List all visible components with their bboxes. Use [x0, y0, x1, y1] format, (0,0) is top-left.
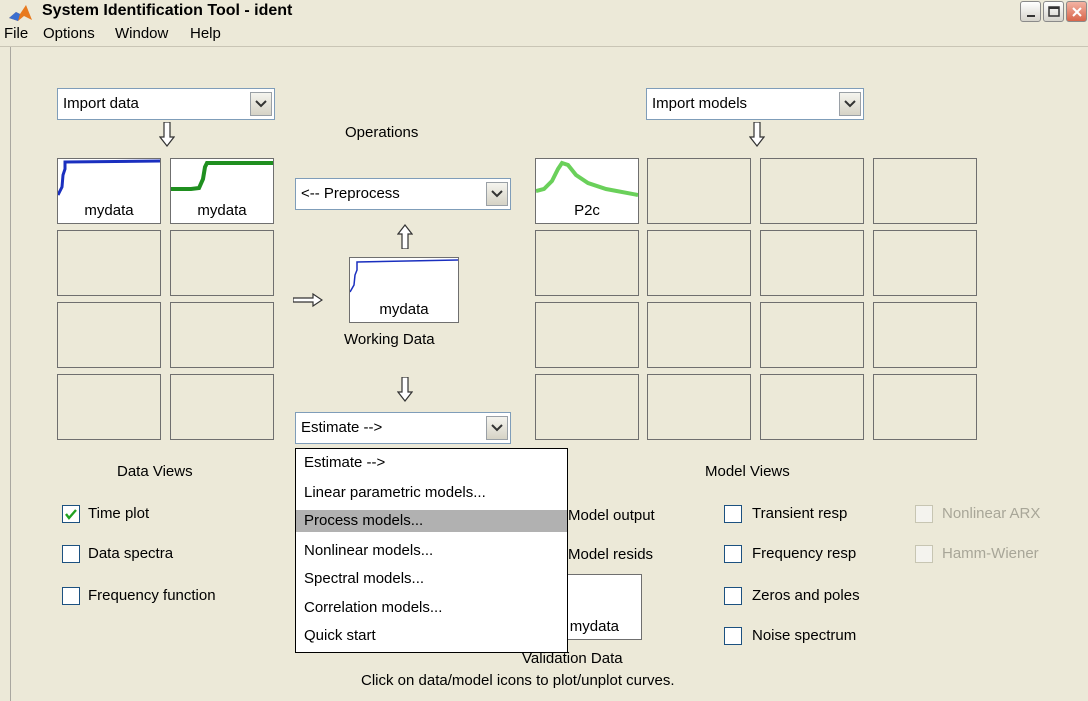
dropdown-arrow-button[interactable] — [250, 92, 272, 116]
time-plot-checkbox[interactable] — [62, 505, 80, 523]
model-tile-empty[interactable] — [873, 374, 977, 440]
time-plot-label: Time plot — [88, 505, 150, 522]
chevron-down-icon — [844, 100, 856, 108]
data-spectra-label: Data spectra — [88, 545, 174, 562]
estimate-dropdown-list: Estimate --> Linear parametric models...… — [295, 448, 568, 653]
title-bar: System Identification Tool - ident — [0, 0, 1088, 23]
model-tile-empty[interactable] — [535, 374, 639, 440]
model-tile-empty[interactable] — [647, 158, 751, 224]
noise-spectrum-label: Noise spectrum — [752, 627, 857, 644]
model-tile-empty[interactable] — [760, 302, 864, 368]
zeros-poles-checkbox[interactable] — [724, 587, 742, 605]
preprocess-select[interactable]: <-- Preprocess — [295, 178, 511, 210]
model-curve-icon — [536, 160, 638, 197]
hamm-wiener-label: Hamm-Wiener — [942, 545, 1039, 562]
import-data-select[interactable]: Import data — [57, 88, 275, 120]
model-tile-empty[interactable] — [535, 302, 639, 368]
estimate-select[interactable]: Estimate --> — [295, 412, 511, 444]
zeros-poles-label: Zeros and poles — [752, 587, 860, 604]
transient-resp-checkbox[interactable] — [724, 505, 742, 523]
model-tile-empty[interactable] — [647, 230, 751, 296]
model-output-label: Model output — [568, 507, 655, 524]
transient-resp-label: Transient resp — [752, 505, 848, 522]
model-tile-empty[interactable] — [760, 158, 864, 224]
data-curve-icon — [58, 159, 160, 196]
nonlinear-arx-label: Nonlinear ARX — [942, 505, 1041, 522]
arrow-right-icon — [293, 292, 323, 308]
menu-window[interactable]: Window — [115, 25, 168, 42]
hamm-wiener-checkbox — [915, 545, 933, 563]
menu-file[interactable]: File — [4, 25, 28, 42]
model-tile-empty[interactable] — [873, 302, 977, 368]
working-data-tile-label: mydata — [379, 301, 429, 318]
close-icon — [1072, 7, 1082, 17]
model-tile-empty[interactable] — [873, 158, 977, 224]
chevron-down-icon — [255, 100, 267, 108]
model-resids-label: Model resids — [568, 546, 654, 563]
data-tile-1[interactable]: mydata — [57, 158, 161, 224]
model-tile-empty[interactable] — [647, 374, 751, 440]
data-spectra-checkbox[interactable] — [62, 545, 80, 563]
model-tile-empty[interactable] — [647, 302, 751, 368]
model-tile-empty[interactable] — [873, 230, 977, 296]
model-tile-1[interactable]: P2c — [535, 158, 639, 224]
data-views-title: Data Views — [117, 463, 193, 480]
maximize-icon — [1048, 6, 1060, 17]
model-tile-empty[interactable] — [760, 374, 864, 440]
dropdown-option-estimate[interactable]: Estimate --> — [296, 452, 567, 474]
data-tile-empty[interactable] — [57, 374, 161, 440]
frequency-function-checkbox[interactable] — [62, 587, 80, 605]
dropdown-arrow-button[interactable] — [486, 182, 508, 206]
chevron-down-icon — [491, 424, 503, 432]
arrow-down-icon — [159, 122, 175, 147]
dropdown-option-linear-parametric[interactable]: Linear parametric models... — [296, 482, 567, 504]
data-tile-empty[interactable] — [170, 230, 274, 296]
window-title: System Identification Tool - ident — [42, 2, 293, 19]
nonlinear-arx-checkbox — [915, 505, 933, 523]
model-tile-empty[interactable] — [760, 230, 864, 296]
matlab-logo-icon — [9, 5, 32, 21]
menu-options[interactable]: Options — [43, 25, 95, 42]
operations-title: Operations — [345, 124, 419, 141]
arrow-up-icon — [397, 224, 413, 249]
model-tile-empty[interactable] — [535, 230, 639, 296]
frequency-resp-label: Frequency resp — [752, 545, 857, 562]
dropdown-option-correlation[interactable]: Correlation models... — [296, 597, 567, 619]
noise-spectrum-checkbox[interactable] — [724, 627, 742, 645]
chevron-down-icon — [491, 190, 503, 198]
dropdown-arrow-button[interactable] — [486, 416, 508, 440]
data-tile-label: mydata — [84, 202, 134, 219]
working-data-tile[interactable]: mydata — [349, 257, 459, 323]
model-tile-label: P2c — [574, 202, 600, 219]
status-text: Click on data/model icons to plot/unplot… — [361, 672, 675, 689]
dropdown-option-spectral[interactable]: Spectral models... — [296, 568, 567, 590]
working-data-label: Working Data — [344, 331, 435, 348]
data-tile-label: mydata — [197, 202, 247, 219]
import-models-select[interactable]: Import models — [646, 88, 864, 120]
data-tile-empty[interactable] — [57, 230, 161, 296]
maximize-button[interactable] — [1043, 1, 1064, 22]
arrow-down-icon — [749, 122, 765, 147]
arrow-down-icon — [397, 377, 413, 402]
data-curve-icon — [171, 161, 273, 191]
check-icon — [65, 509, 77, 520]
dropdown-option-nonlinear[interactable]: Nonlinear models... — [296, 540, 567, 562]
minimize-button[interactable] — [1020, 1, 1041, 22]
menu-help[interactable]: Help — [190, 25, 221, 42]
close-button[interactable] — [1066, 1, 1087, 22]
menu-bar: File Options Window Help — [0, 22, 1088, 47]
data-curve-icon — [350, 259, 458, 293]
dropdown-arrow-button[interactable] — [839, 92, 861, 116]
data-tile-empty[interactable] — [57, 302, 161, 368]
data-tile-empty[interactable] — [170, 302, 274, 368]
data-tile-empty[interactable] — [170, 374, 274, 440]
model-views-title: Model Views — [705, 463, 790, 480]
frequency-resp-checkbox[interactable] — [724, 545, 742, 563]
frequency-function-label: Frequency function — [88, 587, 216, 604]
data-tile-2[interactable]: mydata — [170, 158, 274, 224]
dropdown-option-process-models[interactable]: Process models... — [296, 510, 567, 532]
dropdown-option-quick-start[interactable]: Quick start — [296, 625, 567, 647]
minimize-icon — [1027, 15, 1035, 17]
